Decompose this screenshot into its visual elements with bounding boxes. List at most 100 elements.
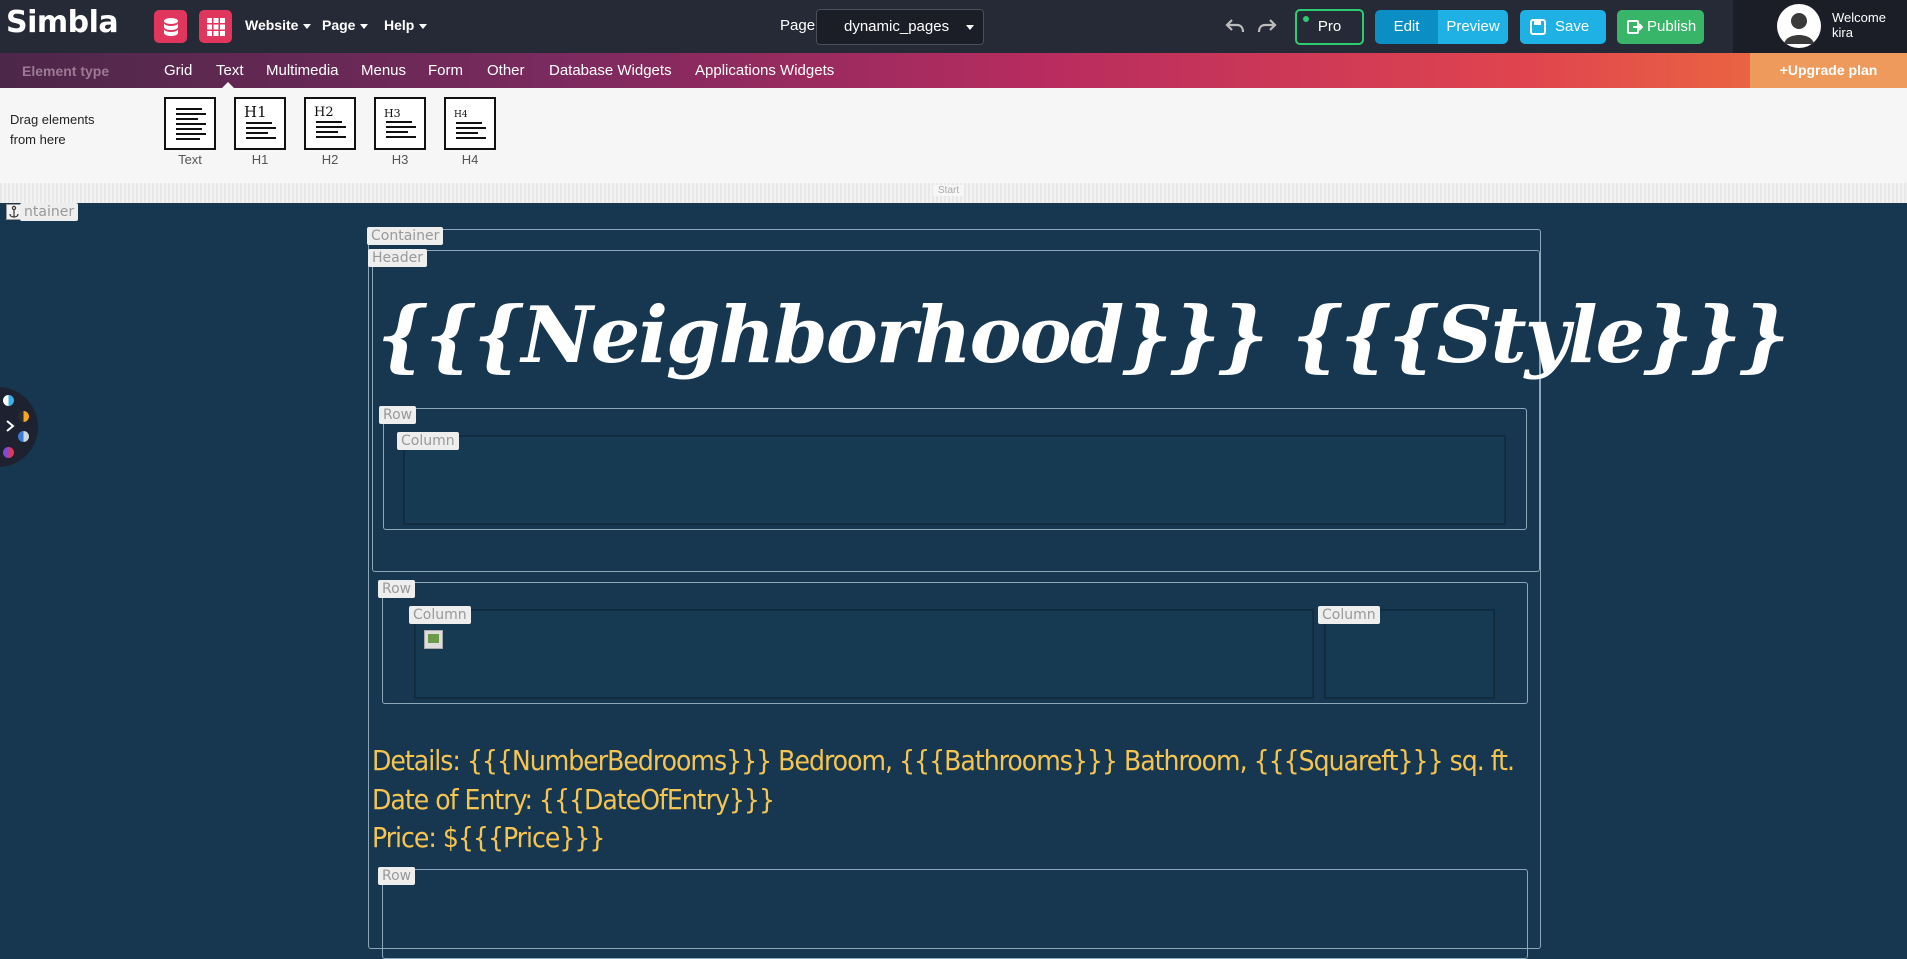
page-headline[interactable]: {{{Neighborhood}}} {{{Style}}} — [377, 290, 1790, 381]
text-line-icon — [176, 133, 206, 135]
column-tag[interactable]: Column — [409, 606, 471, 624]
edit-button[interactable]: Edit — [1375, 10, 1438, 44]
element-type-nav: Element type Grid Text Multimedia Menus … — [0, 53, 1907, 88]
welcome-text: Welcome kira — [1832, 10, 1886, 40]
palette-tile-label: H3 — [391, 152, 409, 167]
text-line-icon — [386, 121, 412, 123]
menu-website[interactable]: Website — [245, 17, 312, 33]
text-line-icon — [176, 118, 198, 120]
chevron-right-icon[interactable] — [5, 420, 15, 432]
tab-menus[interactable]: Menus — [361, 62, 406, 79]
start-marker: Start — [933, 185, 965, 196]
tab-multimedia[interactable]: Multimedia — [266, 62, 339, 79]
page-select[interactable]: dynamic_pages — [816, 9, 984, 45]
h4-heading-glyph: H4 — [454, 110, 468, 120]
tab-form[interactable]: Form — [428, 62, 463, 79]
username: kira — [1832, 25, 1853, 40]
palette-tile-label: H1 — [251, 152, 269, 167]
text-line-icon — [456, 127, 486, 129]
row-tag[interactable]: Row — [378, 867, 416, 885]
drag-hint-line: from here — [10, 132, 66, 147]
chevron-down-icon — [360, 23, 369, 29]
publish-icon — [1627, 20, 1643, 34]
palette-tile-label: H4 — [461, 152, 479, 167]
broken-image-icon[interactable] — [424, 630, 443, 649]
avatar[interactable] — [1777, 4, 1821, 48]
upgrade-plan-button[interactable]: +Upgrade plan — [1750, 53, 1907, 88]
theme-color-icon[interactable] — [18, 411, 29, 422]
palette-tile-text[interactable] — [164, 97, 216, 150]
details-line[interactable]: Details: {{{NumberBedrooms}}} Bedroom, {… — [372, 744, 1515, 777]
column-block[interactable] — [414, 609, 1314, 699]
drag-hint: Drag elements from here — [10, 110, 110, 150]
h2-heading-glyph: H2 — [314, 105, 334, 120]
text-line-icon — [176, 113, 206, 115]
database-button[interactable] — [154, 10, 187, 43]
tab-applications-widgets[interactable]: Applications Widgets — [695, 62, 834, 79]
header-tag[interactable]: Header — [368, 249, 427, 267]
top-bar: Simbla Website Page Help Page dynamic_pa… — [0, 0, 1907, 53]
menu-page[interactable]: Page — [322, 17, 369, 33]
element-palette: Drag elements from here Text H1 H1 H2 H2… — [0, 88, 1907, 183]
menu-help[interactable]: Help — [384, 17, 428, 33]
save-label: Save — [1555, 18, 1590, 35]
redo-icon[interactable] — [1256, 15, 1278, 37]
container-tag[interactable]: Container — [367, 227, 444, 245]
palette-tile-h3[interactable]: H3 — [374, 97, 426, 150]
theme-color-icon[interactable] — [18, 431, 29, 442]
text-line-icon — [456, 122, 482, 124]
outer-container-tag[interactable]: ntainer — [20, 203, 79, 221]
column-tag[interactable]: Column — [397, 432, 459, 450]
chevron-down-icon — [419, 23, 428, 29]
text-line-icon — [386, 136, 416, 138]
text-line-icon — [316, 126, 346, 128]
h1-heading-glyph: H1 — [244, 103, 267, 121]
text-line-icon — [176, 128, 202, 130]
menu-page-label: Page — [322, 17, 356, 33]
date-of-entry-line[interactable]: Date of Entry: {{{DateOfEntry}}} — [372, 783, 775, 816]
text-line-icon — [386, 131, 408, 133]
text-line-icon — [456, 132, 478, 134]
element-type-title: Element type — [22, 63, 110, 79]
grid-icon — [206, 17, 225, 36]
text-line-icon — [176, 123, 206, 125]
chevron-down-icon — [303, 23, 312, 29]
palette-tile-h2[interactable]: H2 — [304, 97, 356, 150]
text-line-icon — [246, 137, 276, 139]
undo-icon[interactable] — [1224, 15, 1246, 37]
text-line-icon — [316, 121, 342, 123]
row-tag[interactable]: Row — [379, 406, 417, 424]
text-line-icon — [386, 126, 416, 128]
theme-color-icon[interactable] — [3, 447, 14, 458]
menu-help-label: Help — [384, 17, 415, 33]
tab-grid[interactable]: Grid — [164, 62, 192, 79]
preview-button[interactable]: Preview — [1438, 10, 1508, 44]
pro-button[interactable]: Pro — [1295, 9, 1364, 45]
palette-tile-h1[interactable]: H1 — [234, 97, 286, 150]
text-line-icon — [246, 132, 268, 134]
text-line-icon — [316, 136, 346, 138]
palette-tile-label: Text — [178, 152, 202, 167]
column-block[interactable] — [403, 435, 1506, 525]
tab-text[interactable]: Text — [216, 62, 244, 79]
palette-tile-label: H2 — [321, 152, 339, 167]
floppy-disk-icon — [1530, 19, 1546, 35]
column-tag[interactable]: Column — [1318, 606, 1380, 624]
save-button[interactable]: Save — [1520, 10, 1606, 44]
tab-database-widgets[interactable]: Database Widgets — [549, 62, 672, 79]
text-line-icon — [456, 137, 486, 139]
price-line[interactable]: Price: ${{{Price}}} — [372, 821, 605, 854]
row-tag[interactable]: Row — [378, 580, 416, 598]
user-menu[interactable]: Welcome kira — [1733, 0, 1907, 53]
h3-heading-glyph: H3 — [384, 107, 401, 120]
pro-label: Pro — [1317, 18, 1342, 35]
tab-other[interactable]: Other — [487, 62, 525, 79]
palette-tile-h4[interactable]: H4 — [444, 97, 496, 150]
text-line-icon — [246, 127, 276, 129]
database-icon — [163, 17, 178, 36]
apps-grid-button[interactable] — [199, 10, 232, 43]
publish-button[interactable]: Publish — [1617, 10, 1704, 44]
theme-color-icon[interactable] — [3, 395, 14, 406]
simbla-logo[interactable]: Simbla — [6, 5, 119, 40]
page-select-value: dynamic_pages — [844, 18, 950, 35]
